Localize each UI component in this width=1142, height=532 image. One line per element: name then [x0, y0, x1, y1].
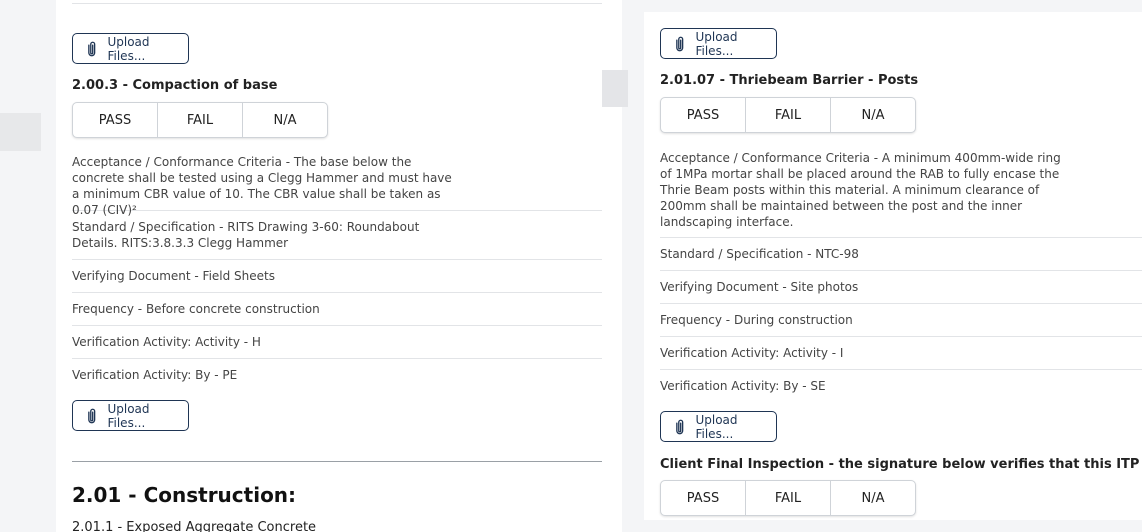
fail-button[interactable]: FAIL [157, 103, 242, 137]
verification-by: Verification Activity: By - SE [660, 379, 826, 393]
paperclip-icon [676, 36, 684, 51]
pass-fail-na-group: PASS FAIL N/A [72, 102, 328, 138]
fail-button[interactable]: FAIL [745, 481, 830, 515]
paperclip-icon [676, 419, 684, 434]
acceptance-criteria: Acceptance / Conformance Criteria - The … [72, 154, 602, 217]
verifying-document: Verifying Document - Field Sheets [72, 268, 602, 293]
standard-specification: Standard / Specification - NTC-98 [660, 246, 1142, 271]
verifying-document: Verifying Document - Site photos [660, 279, 1142, 304]
paperclip-icon [88, 408, 96, 423]
section-title: 2.01 - Construction: [72, 483, 297, 507]
na-button[interactable]: N/A [242, 103, 327, 137]
frequency: Frequency - During construction [660, 312, 1142, 337]
verification-activity: Verification Activity: Activity - H [72, 334, 602, 359]
scroll-handle[interactable] [602, 70, 628, 107]
acceptance-criteria: Acceptance / Conformance Criteria - A mi… [660, 150, 1142, 238]
verification-activity: Verification Activity: Activity - I [660, 345, 1142, 370]
pass-fail-na-group: PASS FAIL N/A [660, 97, 916, 133]
right-inspection-panel: Upload Files... 2.01.07 - Thriebeam Barr… [644, 12, 1142, 520]
section-divider [72, 461, 602, 462]
upload-files-label: Upload Files... [695, 29, 738, 58]
upload-files-button[interactable]: Upload Files... [72, 400, 189, 431]
item-heading: 2.00.3 - Compaction of base [72, 78, 278, 93]
pass-fail-na-group: PASS FAIL N/A [660, 480, 916, 516]
upload-files-button[interactable]: Upload Files... [660, 28, 777, 59]
left-inspection-panel: Upload Files... 2.00.3 - Compaction of b… [56, 0, 622, 532]
item-heading: 2.01.07 - Thriebeam Barrier - Posts [660, 73, 919, 88]
pass-button[interactable]: PASS [73, 103, 157, 137]
upload-files-label: Upload Files... [107, 34, 150, 63]
na-button[interactable]: N/A [830, 98, 915, 132]
paperclip-icon [88, 41, 96, 56]
left-sidebar [0, 0, 41, 532]
divider [72, 3, 602, 4]
upload-files-button[interactable]: Upload Files... [72, 33, 189, 64]
na-button[interactable]: N/A [830, 481, 915, 515]
sidebar-tab[interactable] [0, 113, 41, 151]
upload-files-label: Upload Files... [695, 412, 738, 441]
pass-button[interactable]: PASS [661, 98, 745, 132]
standard-specification: Standard / Specification - RITS Drawing … [72, 219, 602, 260]
fail-button[interactable]: FAIL [745, 98, 830, 132]
upload-files-button[interactable]: Upload Files... [660, 411, 777, 442]
upload-files-label: Upload Files... [107, 401, 150, 430]
frequency: Frequency - Before concrete construction [72, 301, 602, 326]
verification-by: Verification Activity: By - PE [72, 368, 238, 382]
next-item-heading: 2.01.1 - Exposed Aggregate Concrete [72, 520, 317, 532]
pass-button[interactable]: PASS [661, 481, 745, 515]
client-final-inspection-heading: Client Final Inspection - the signature … [660, 457, 1142, 472]
